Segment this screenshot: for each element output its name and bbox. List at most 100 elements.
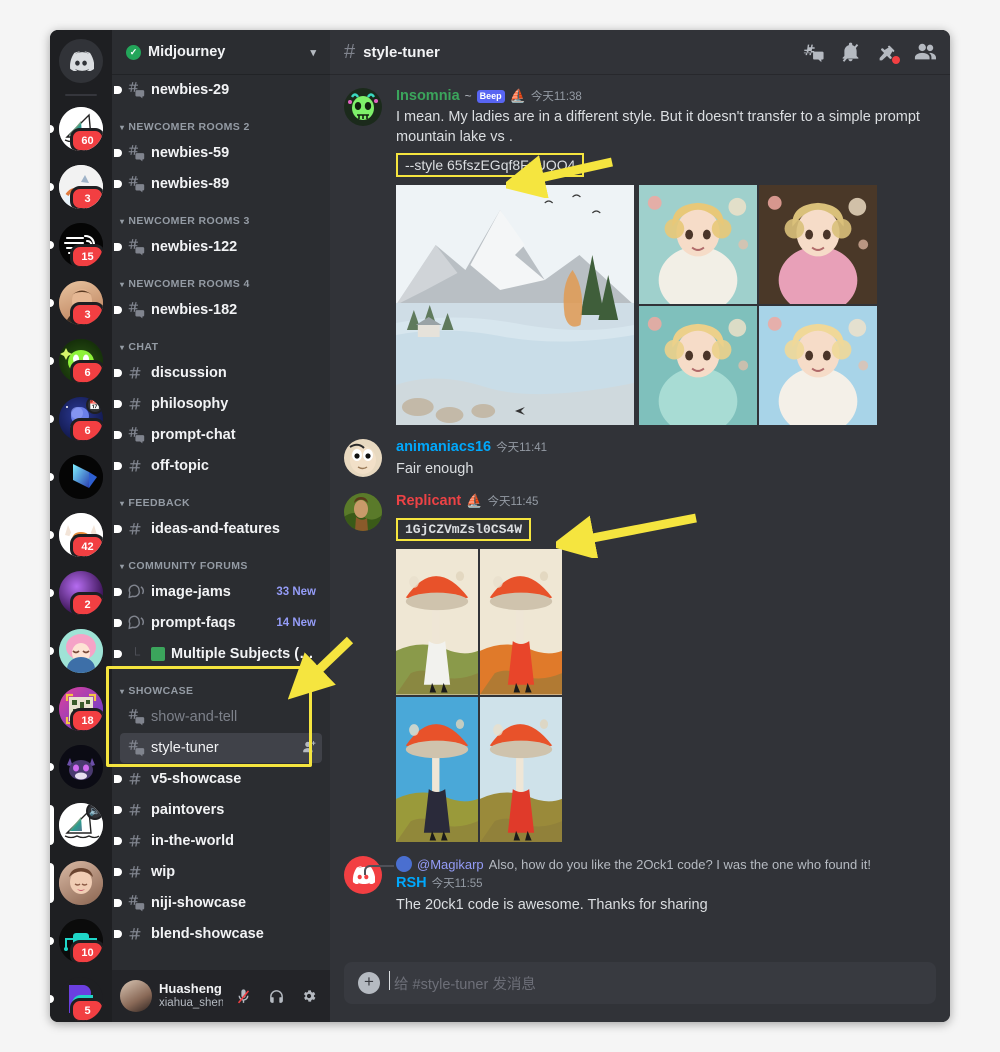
sidebar-item-newbies-182[interactable]: newbies-182 <box>114 295 322 325</box>
sidebar-item-paintovers[interactable]: paintovers <box>114 795 322 825</box>
message-author[interactable]: Insomnia <box>396 88 460 105</box>
server-avatar[interactable]: Alka 📅6 <box>59 397 103 441</box>
image-tile[interactable] <box>396 696 478 843</box>
sidebar-item-v5-showcase[interactable]: v5-showcase <box>114 764 322 794</box>
server-avatar[interactable]: 15 <box>59 223 103 267</box>
reply-mention[interactable]: @Magikarp <box>417 857 484 872</box>
reply-context[interactable]: @Magikarp Also, how do you like the 2Ock… <box>364 856 936 876</box>
image-mountain-lake[interactable] <box>396 185 634 426</box>
category-newcomer-rooms-3[interactable]: ▾ NEWCOMER ROOMS 3 <box>112 200 330 231</box>
server-icon-pixel-art-server[interactable]: 18 <box>50 684 112 734</box>
sidebar-item-discussion[interactable]: discussion <box>114 358 322 388</box>
server-icon-midjourney-rainbow-boat[interactable]: 60 <box>50 104 112 154</box>
image-tile[interactable] <box>396 549 478 695</box>
pinned-messages-icon[interactable] <box>877 42 900 64</box>
notifications-muted-icon[interactable] <box>840 42 861 63</box>
sidebar-item-niji-showcase[interactable]: niji-showcase <box>114 888 322 918</box>
category-newcomer-rooms-4[interactable]: ▾ NEWCOMER ROOMS 4 <box>112 263 330 294</box>
message-input-box[interactable]: + 给 #style-tuner 发消息 <box>344 962 936 1004</box>
server-avatar[interactable]: 3 <box>59 165 103 209</box>
avatar[interactable] <box>344 88 382 126</box>
attachment-images[interactable] <box>396 549 562 843</box>
category-chat[interactable]: ▾ CHAT <box>112 326 330 357</box>
image-portrait-grid[interactable] <box>639 185 877 426</box>
image-tile[interactable] <box>639 306 757 426</box>
message-list[interactable]: Insomnia ~ Beep ⛵ 今天11:38 I mean. My ladies a… <box>330 74 950 962</box>
gear-icon[interactable] <box>296 983 322 1009</box>
server-icon-neon-smile-server[interactable]: 6 <box>50 336 112 386</box>
server-avatar[interactable]: 2 <box>59 571 103 615</box>
server-icon-prism-server[interactable] <box>50 452 112 502</box>
avatar[interactable] <box>344 492 382 531</box>
headphones-icon[interactable] <box>263 983 289 1009</box>
server-avatar[interactable]: 10 <box>59 919 103 963</box>
add-member-icon[interactable] <box>302 740 316 757</box>
avatar[interactable] <box>344 856 382 895</box>
guild-header[interactable]: ✓ Midjourney ▾ <box>112 30 330 74</box>
composer[interactable]: + 给 #style-tuner 发消息 <box>330 962 950 1022</box>
server-icon-portrait-server[interactable]: 3 <box>50 278 112 328</box>
sidebar-item-off-topic[interactable]: off-topic <box>114 451 322 481</box>
image-tile[interactable] <box>480 696 562 843</box>
category-newcomer-rooms-2[interactable]: ▾ NEWCOMER ROOMS 2 <box>112 106 330 137</box>
style-code[interactable]: --style 65fszEGqf8FxUQO4 <box>396 153 585 178</box>
server-icon-portrait-woman-server[interactable] <box>50 858 112 908</box>
image-tile[interactable] <box>639 185 757 305</box>
sidebar-item-prompt-chat[interactable]: prompt-chat <box>114 420 322 450</box>
sidebar-item-multiple-subjects-p[interactable]: └ Multiple Subjects (P… <box>114 639 322 669</box>
user-panel[interactable]: Huasheng xiahua_sheng <box>112 970 330 1022</box>
channel-list[interactable]: newbies-29 ▾ NEWCOMER ROOMS 2 newbies-59 ne… <box>112 74 330 970</box>
sidebar-item-wip[interactable]: wip <box>114 857 322 887</box>
image-tile[interactable] <box>759 185 877 305</box>
server-avatar[interactable]: 3 <box>59 281 103 325</box>
sidebar-item-prompt-faqs[interactable]: prompt-faqs 14 New <box>114 608 322 638</box>
server-icon-anime-girl-server[interactable] <box>50 626 112 676</box>
message-author[interactable]: Replicant <box>396 493 461 510</box>
server-icon-p-logo-server[interactable]: 5 <box>50 974 112 1022</box>
server-avatar[interactable] <box>59 455 103 499</box>
server-avatar[interactable] <box>59 745 103 789</box>
server-icon-midjourney-server[interactable]: 🔊 <box>50 800 112 850</box>
sidebar-item-style-tuner[interactable]: style-tuner <box>120 733 322 763</box>
sidebar-item-newbies-89[interactable]: newbies-89 <box>114 169 322 199</box>
plus-icon[interactable]: + <box>358 972 380 994</box>
chevron-down-icon[interactable]: ▾ <box>310 46 316 59</box>
server-icon-cyber-dog-server[interactable] <box>50 742 112 792</box>
server-avatar[interactable]: 6 <box>59 339 103 383</box>
message-input-placeholder[interactable]: 给 #style-tuner 发消息 <box>389 970 536 994</box>
message-author[interactable]: animaniacs16 <box>396 439 491 456</box>
server-avatar[interactable]: 5 <box>59 977 103 1021</box>
sidebar-item-image-jams[interactable]: image-jams 33 New <box>114 577 322 607</box>
style-code[interactable]: 1GjCZVmZsl0CS4W <box>396 518 532 542</box>
header-actions[interactable] <box>803 41 936 64</box>
server-icon-fennec-server[interactable]: 42 <box>50 510 112 560</box>
server-avatar[interactable]: 18 <box>59 687 103 731</box>
server-icon-octopus-server[interactable]: 10 <box>50 916 112 966</box>
server-icon-dark-abstract-server[interactable]: 15 <box>50 220 112 270</box>
channel-sidebar[interactable]: ✓ Midjourney ▾ newbies-29 ▾ NEWCOMER ROOM… <box>112 30 330 1022</box>
image-tile[interactable] <box>759 306 877 426</box>
server-icon-fox-server[interactable]: 3 <box>50 162 112 212</box>
home-button[interactable] <box>50 36 112 86</box>
avatar[interactable] <box>344 439 382 478</box>
member-list-icon[interactable] <box>914 41 936 63</box>
category-showcase[interactable]: ▾ SHOWCASE <box>112 670 330 701</box>
sidebar-item-newbies-29[interactable]: newbies-29 <box>114 75 322 105</box>
server-avatar[interactable]: 🔊 <box>59 803 103 847</box>
sidebar-item-blend-showcase[interactable]: blend-showcase <box>114 919 322 949</box>
attachment-images[interactable] <box>396 185 936 426</box>
image-tile[interactable] <box>480 549 562 695</box>
discord-home-icon[interactable] <box>59 39 103 83</box>
avatar[interactable] <box>120 980 152 1012</box>
sidebar-item-newbies-122[interactable]: newbies-122 <box>114 232 322 262</box>
sidebar-item-in-the-world[interactable]: in-the-world <box>114 826 322 856</box>
server-rail[interactable]: 60 3 15 3 6 Alka 📅6 <box>50 30 112 1022</box>
category-community-forums[interactable]: ▾ COMMUNITY FORUMS <box>112 545 330 576</box>
server-avatar[interactable]: 60 <box>59 107 103 151</box>
server-icon-purple-orb-server[interactable]: 2 <box>50 568 112 618</box>
message-author[interactable]: RSH <box>396 875 427 892</box>
threads-icon[interactable] <box>803 42 824 63</box>
server-avatar[interactable] <box>59 629 103 673</box>
server-icon-alka-server[interactable]: Alka 📅6 <box>50 394 112 444</box>
mic-muted-icon[interactable] <box>230 983 256 1009</box>
